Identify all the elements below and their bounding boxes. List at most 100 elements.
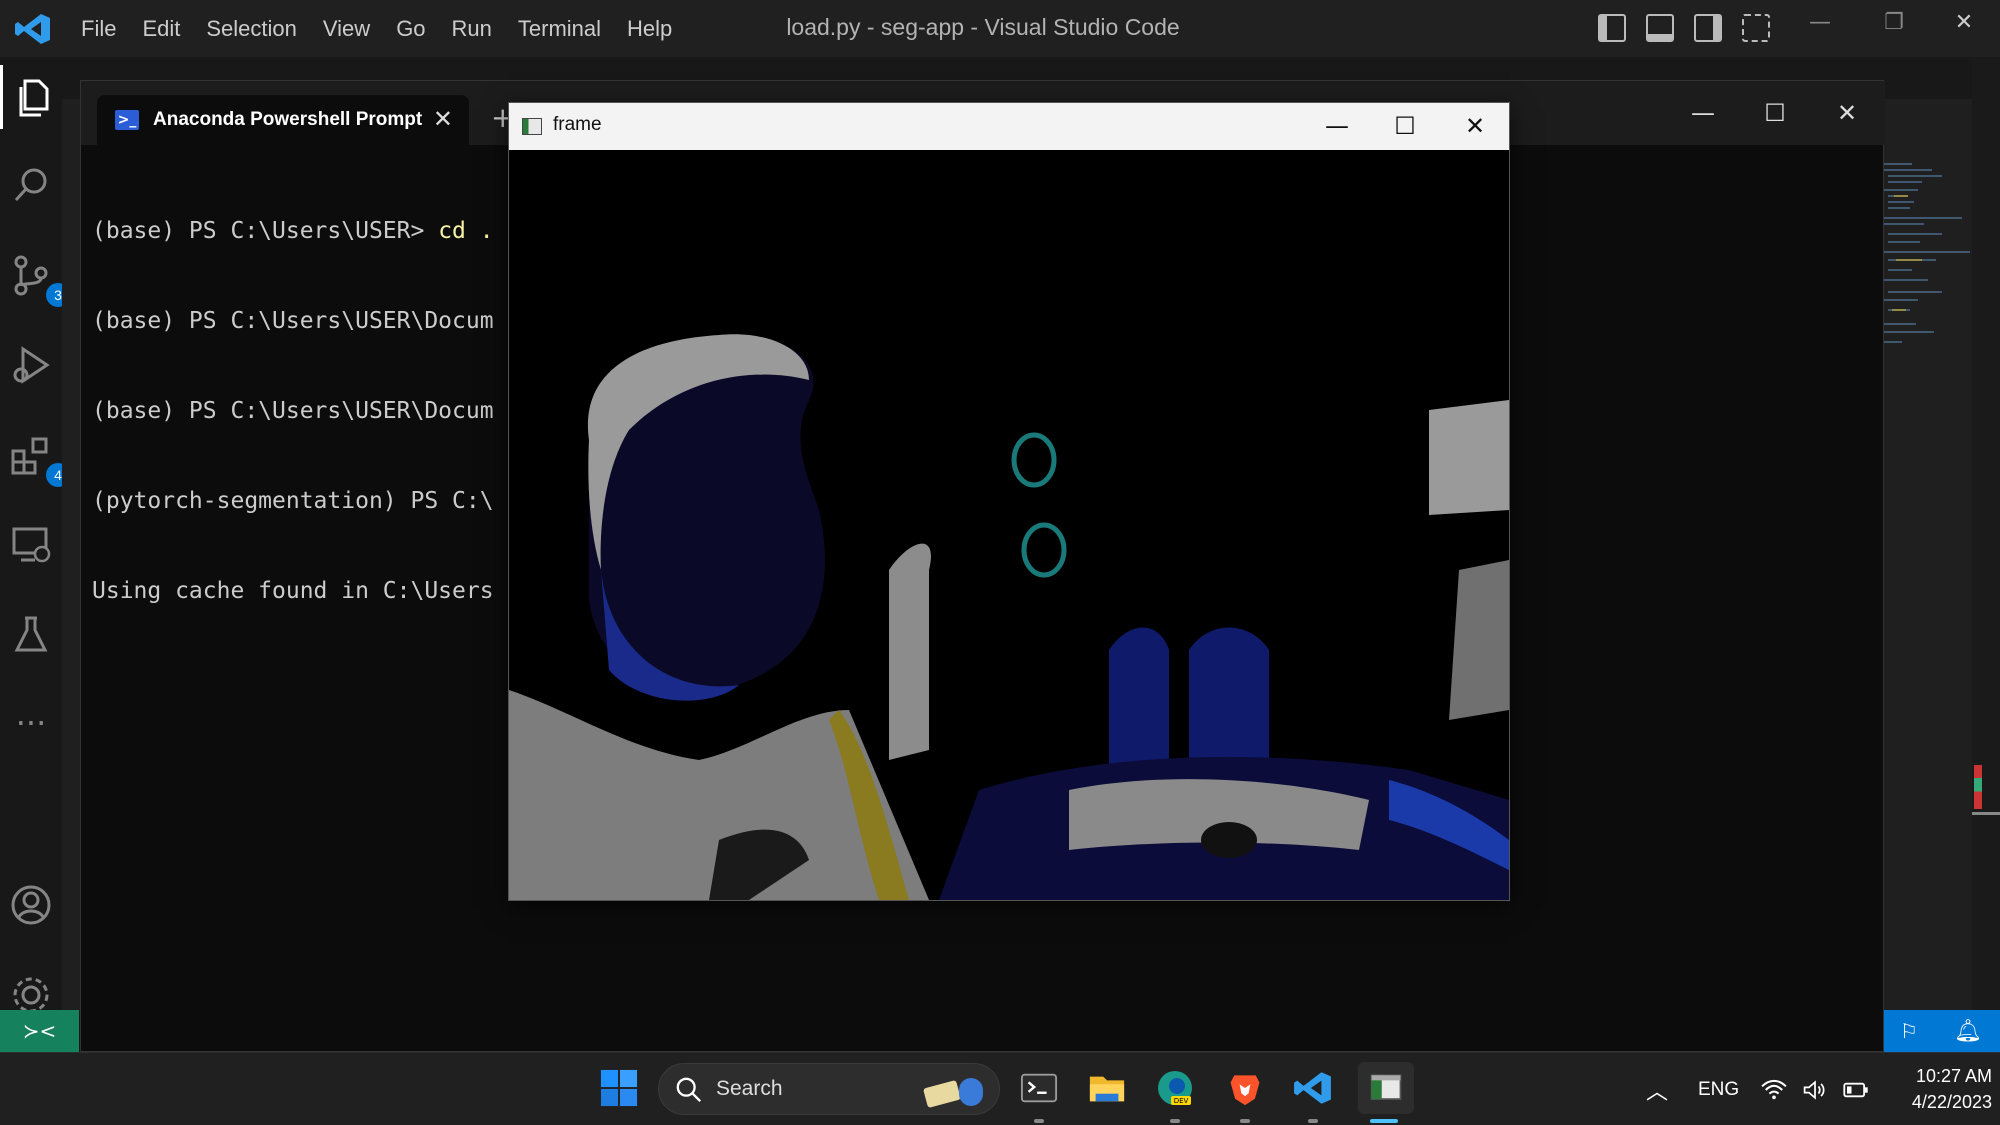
bell-icon[interactable]: 🔔︎ xyxy=(1954,1019,1982,1044)
remote-explorer-button[interactable] xyxy=(0,513,62,577)
explorer-button[interactable] xyxy=(0,65,62,129)
window-title: load.py - seg-app - Visual Studio Code xyxy=(786,14,1180,40)
svg-text:DEV: DEV xyxy=(1174,1097,1189,1105)
edge-running-indicator xyxy=(1170,1119,1180,1123)
status-bar-right: ⚐ 🔔︎ xyxy=(1882,1010,2000,1052)
edge-dev-taskbar-button[interactable]: DEV xyxy=(1152,1065,1198,1111)
terminal-running-indicator xyxy=(1034,1119,1044,1123)
remote-explorer-icon xyxy=(12,527,51,563)
activity-bar: 3 4 ··· xyxy=(0,57,70,1057)
vscode-icon xyxy=(1294,1072,1331,1104)
vscode-logo-icon xyxy=(15,14,50,44)
taskbar: Search DEV ︿ ENG 10:27 AM 4/22/2023 xyxy=(0,1052,2000,1125)
remote-icon: ≻< xyxy=(22,1019,57,1043)
language-indicator[interactable]: ENG xyxy=(1698,1053,1739,1125)
account-icon xyxy=(11,885,51,925)
wifi-icon xyxy=(1761,1079,1787,1099)
menu-bar: File Edit Selection View Go Run Terminal… xyxy=(68,0,685,57)
customize-layout-icon[interactable] xyxy=(1742,14,1770,42)
search-icon xyxy=(14,168,47,202)
brave-lion-icon xyxy=(1230,1075,1260,1106)
frame-maximize-button[interactable]: ☐ xyxy=(1375,108,1435,146)
frame-title-bar[interactable]: frame — ☐ ✕ xyxy=(509,103,1509,150)
shelf-shape xyxy=(1429,400,1509,515)
layout-controls xyxy=(1598,14,1770,42)
feedback-icon[interactable]: ⚐ xyxy=(1900,1019,1918,1043)
accounts-button[interactable] xyxy=(0,873,62,937)
menu-terminal[interactable]: Terminal xyxy=(505,16,614,42)
terminal-close-button[interactable]: ✕ xyxy=(1819,99,1875,135)
edge-dev-icon: DEV xyxy=(1158,1071,1192,1105)
vscode-title-bar: File Edit Selection View Go Run Terminal… xyxy=(0,0,2000,57)
toggle-secondary-sidebar-icon[interactable] xyxy=(1694,14,1722,42)
menu-run[interactable]: Run xyxy=(439,16,505,42)
vscode-running-indicator xyxy=(1308,1119,1318,1123)
terminal-prompt: (base) PS C:\Users\USER\Docum xyxy=(92,308,494,334)
toggle-primary-sidebar-icon[interactable] xyxy=(1598,14,1626,42)
brave-taskbar-button[interactable] xyxy=(1222,1065,1268,1111)
chevron-up-icon: ︿ xyxy=(1646,1078,1669,1104)
testing-button[interactable] xyxy=(0,603,62,667)
more-views-button[interactable]: ··· xyxy=(0,691,62,755)
flask-icon xyxy=(14,616,48,652)
windows-logo-icon xyxy=(600,1069,638,1107)
quick-settings-button[interactable] xyxy=(1760,1053,1870,1125)
object-on-table-shape xyxy=(1201,822,1257,858)
run-debug-icon xyxy=(13,346,50,384)
chair-shape xyxy=(1109,627,1169,780)
vscode-minimize-button[interactable]: — xyxy=(1790,10,1850,46)
folder-icon xyxy=(1089,1076,1125,1102)
language-label: ENG xyxy=(1698,1078,1740,1100)
frame-close-button[interactable]: ✕ xyxy=(1445,108,1505,146)
terminal-tab-label: Anaconda Powershell Prompt xyxy=(153,109,423,130)
frame-minimize-button[interactable]: — xyxy=(1307,108,1367,146)
menu-view[interactable]: View xyxy=(310,16,383,42)
taskbar-search-box[interactable]: Search xyxy=(658,1063,1000,1115)
terminal-app-icon xyxy=(1020,1073,1058,1103)
volume-icon xyxy=(1803,1079,1825,1100)
run-debug-button[interactable] xyxy=(0,333,62,397)
menu-help[interactable]: Help xyxy=(614,16,685,42)
search-highlight-illustration-icon xyxy=(921,1070,991,1110)
menu-edit[interactable]: Edit xyxy=(129,16,193,42)
tab-close-icon[interactable]: ✕ xyxy=(433,105,453,133)
terminal-command: cd . xyxy=(438,218,494,244)
vscode-close-button[interactable]: ✕ xyxy=(1934,10,1994,46)
frame-app-taskbar-icon xyxy=(1370,1074,1402,1100)
show-hidden-icons-button[interactable]: ︿ xyxy=(1646,1053,1668,1125)
toggle-panel-icon[interactable] xyxy=(1646,14,1674,42)
segmentation-frame-image xyxy=(509,150,1509,900)
clock-date: 4/22/2023 xyxy=(1911,1092,1992,1112)
remote-indicator-button[interactable]: ≻< xyxy=(0,1010,79,1052)
taskbar-clock[interactable]: 10:27 AM 4/22/2023 xyxy=(1880,1063,1992,1115)
terminal-prompt: Using cache found in C:\Users xyxy=(92,578,494,604)
start-button[interactable] xyxy=(596,1065,642,1111)
file-explorer-taskbar-button[interactable] xyxy=(1084,1065,1130,1111)
vscode-restore-button[interactable]: ❐ xyxy=(1864,10,1924,46)
menu-go[interactable]: Go xyxy=(383,16,438,42)
frame-active-indicator xyxy=(1370,1119,1398,1123)
menu-selection[interactable]: Selection xyxy=(193,16,310,42)
terminal-minimize-button[interactable]: — xyxy=(1675,99,1731,135)
frame-title: frame xyxy=(553,114,602,135)
menu-file[interactable]: File xyxy=(68,16,129,42)
terminal-prompt: (pytorch-segmentation) PS C:\ xyxy=(92,488,494,514)
brave-running-indicator xyxy=(1240,1119,1250,1123)
search-placeholder: Search xyxy=(716,1077,783,1100)
frame-taskbar-button[interactable] xyxy=(1358,1062,1414,1114)
desktop-screen: File Edit Selection View Go Run Terminal… xyxy=(0,0,2000,1125)
terminal-tab[interactable]: >_ Anaconda Powershell Prompt ✕ xyxy=(97,95,469,145)
terminal-prompt: (base) PS C:\Users\USER> xyxy=(92,218,439,244)
vscode-taskbar-button[interactable] xyxy=(1290,1065,1336,1111)
files-icon xyxy=(19,79,48,117)
terminal-prompt: (base) PS C:\Users\USER\Docum xyxy=(92,398,494,424)
search-button[interactable] xyxy=(0,153,62,217)
battery-icon xyxy=(1843,1082,1868,1097)
ellipsis-icon: ··· xyxy=(15,704,47,742)
lamp-shape xyxy=(889,543,931,760)
minimap[interactable] xyxy=(1882,160,1972,370)
overview-ruler xyxy=(1972,57,2000,1057)
terminal-maximize-button[interactable]: ☐ xyxy=(1747,99,1803,135)
terminal-taskbar-button[interactable] xyxy=(1016,1065,1062,1111)
scroll-position-indicator xyxy=(1972,812,2000,815)
